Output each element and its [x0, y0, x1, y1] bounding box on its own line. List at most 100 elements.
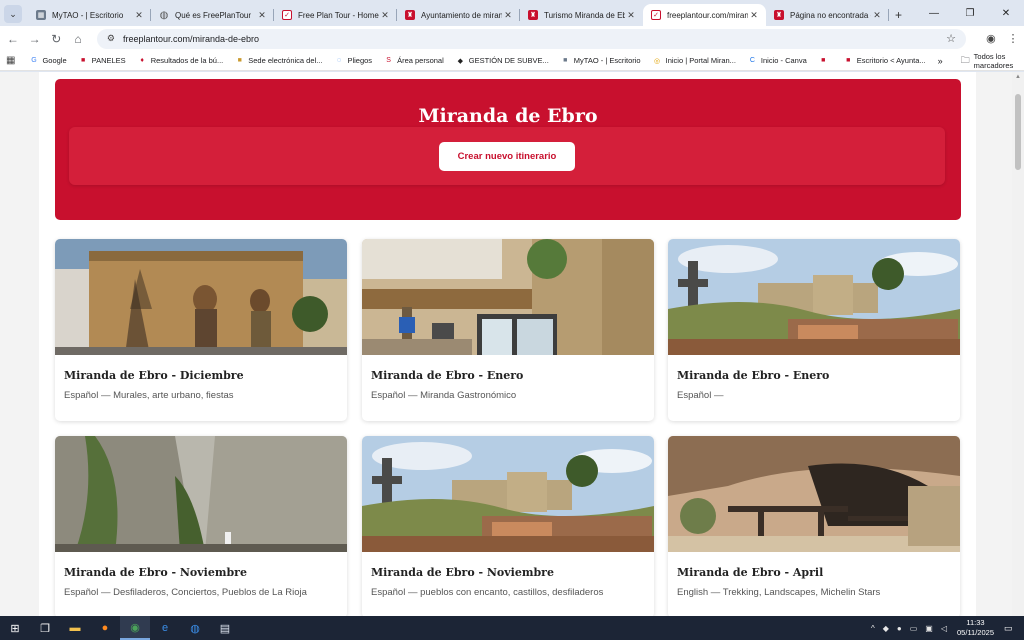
firefox-button[interactable]: ● — [90, 616, 120, 640]
site-info-icon[interactable]: ⚙ — [107, 33, 115, 44]
bookmark-item[interactable]: G Google — [29, 56, 66, 65]
bookmark-star-icon[interactable]: ☆ — [946, 32, 956, 45]
bookmark-item[interactable]: ■ MyTAO - | Escritorio — [561, 56, 640, 65]
app-button[interactable]: ◍ — [180, 616, 210, 640]
tab-2[interactable]: ✓ Free Plan Tour - Home ✕ — [274, 4, 397, 26]
card-image[interactable] — [55, 239, 347, 355]
folder-icon: 🗀 — [960, 54, 970, 65]
card-image[interactable] — [668, 239, 960, 355]
tab-1[interactable]: ◍ Qué es FreePlanTour ✕ — [151, 4, 274, 26]
card-title[interactable]: Miranda de Ebro - Noviembre — [371, 566, 554, 579]
all-bookmarks-button[interactable]: Todos los marcadores — [974, 52, 1016, 70]
bookmark-favicon-icon: ◆ — [457, 57, 463, 65]
card-image[interactable] — [362, 436, 654, 552]
close-tab-icon[interactable]: ✕ — [625, 10, 637, 21]
bookmark-item[interactable]: ◆ GESTIÓN DE SUBVE... — [456, 56, 549, 65]
file-explorer-button[interactable]: ▬ — [60, 616, 90, 640]
create-itinerary-button[interactable]: Crear nuevo itinerario — [439, 142, 575, 171]
tray-usb-icon[interactable]: ▭ — [910, 624, 918, 633]
card-title[interactable]: Miranda de Ebro - Enero — [371, 369, 523, 382]
card-title[interactable]: Miranda de Ebro - Noviembre — [64, 566, 247, 579]
address-url[interactable]: freeplantour.com/miranda-de-ebro — [123, 34, 946, 44]
task-view-icon: ❐ — [40, 622, 50, 635]
itinerary-card[interactable]: Miranda de Ebro - Noviembre Español — pue… — [362, 436, 654, 616]
close-tab-icon[interactable]: ✕ — [379, 10, 391, 21]
address-bar[interactable]: ⚙ freeplantour.com/miranda-de-ebro ☆ — [96, 28, 966, 49]
bookmark-item[interactable]: ■ Sede electrónica del... — [235, 56, 323, 65]
card-title[interactable]: Miranda de Ebro - April — [677, 566, 823, 579]
bookmark-item[interactable]: ■ Escritorio < Ayunta... — [844, 56, 925, 65]
bookmark-favicon-icon: ■ — [237, 57, 242, 64]
reload-button[interactable]: ↻ — [45, 32, 67, 46]
card-image[interactable] — [55, 436, 347, 552]
tab-4[interactable]: ♜ Turismo Miranda de Ebr ✕ — [520, 4, 643, 26]
network-icon[interactable]: ▣ — [925, 624, 933, 633]
minimize-button[interactable]: — — [916, 8, 952, 19]
close-window-button[interactable]: ✕ — [988, 8, 1024, 19]
itinerary-card[interactable]: Miranda de Ebro - Noviembre Español — Des… — [55, 436, 347, 616]
document-icon: ▤ — [219, 622, 231, 635]
tab-0[interactable]: ▦ MyTAO - | Escritorio ✕ — [28, 4, 151, 26]
page-scrollbar[interactable]: ▲ — [1012, 72, 1024, 616]
edge-button[interactable]: e — [150, 616, 180, 640]
itinerary-card[interactable]: Miranda de Ebro - Enero Español — Miranda… — [362, 239, 654, 421]
bookmark-item[interactable]: ♦ Resultados de la bú... — [138, 56, 223, 65]
card-photo — [668, 239, 960, 355]
close-tab-icon[interactable]: ✕ — [871, 10, 883, 21]
bookmark-favicon-icon: G — [31, 57, 37, 64]
itinerary-card[interactable]: Miranda de Ebro - April English — Trekkin… — [668, 436, 960, 616]
card-title[interactable]: Miranda de Ebro - Diciembre — [64, 369, 244, 382]
tab-5[interactable]: ✓ freeplantour.com/miranda✕ — [643, 4, 766, 26]
restore-button[interactable]: ❐ — [952, 8, 988, 19]
forward-button[interactable]: → — [24, 32, 46, 46]
new-tab-button[interactable]: + — [895, 8, 902, 22]
close-tab-icon[interactable]: ✕ — [133, 10, 145, 21]
profile-icon[interactable]: ◉ — [980, 32, 1002, 45]
scroll-thumb[interactable] — [1015, 94, 1021, 170]
back-button[interactable]: ← — [2, 32, 24, 46]
bookmark-item[interactable]: ■ PANELES — [79, 56, 126, 65]
tray-security-icon[interactable]: ◆ — [883, 624, 889, 633]
home-button[interactable]: ⌂ — [67, 32, 89, 46]
bookmark-item[interactable]: C Inicio - Canva — [748, 56, 807, 65]
tray-app-icon[interactable]: ● — [897, 624, 902, 633]
card-photo — [362, 436, 654, 552]
task-view-button[interactable]: ❐ — [30, 616, 60, 640]
browser-toolbar: ← → ↻ ⌂ ⚙ freeplantour.com/miranda-de-eb… — [0, 26, 1024, 51]
tab-3[interactable]: ♜ Ayuntamiento de mirand ✕ — [397, 4, 520, 26]
notifications-icon[interactable]: ▭ — [1004, 623, 1018, 634]
tab-6[interactable]: ♜ Página no encontrada - A✕ — [766, 4, 889, 26]
tray-expand-icon[interactable]: ^ — [871, 624, 875, 633]
tab-title: Página no encontrada - A — [790, 10, 871, 20]
bookmark-item[interactable]: ◌ Pliegos — [334, 56, 372, 65]
speaker-icon[interactable]: ◁ — [941, 624, 947, 633]
start-button[interactable]: ⊞ — [0, 616, 30, 640]
window-controls: — ❐ ✕ — [916, 0, 1024, 26]
bookmark-item[interactable]: S Área personal — [384, 56, 444, 65]
taskbar-clock[interactable]: 11:33 05/11/2025 — [957, 618, 994, 638]
close-tab-icon[interactable]: ✕ — [502, 10, 514, 21]
bookmark-label: Pliegos — [347, 56, 373, 65]
card-photo — [55, 239, 347, 355]
bookmark-label: Inicio | Portal Miran... — [665, 56, 736, 65]
tab-favicon-icon: ♜ — [528, 10, 538, 20]
document-button[interactable]: ▤ — [210, 616, 240, 640]
itinerary-card[interactable]: Miranda de Ebro - Enero Español — — [668, 239, 960, 421]
apps-grid-icon[interactable]: ▦ — [6, 55, 15, 66]
bookmark-item[interactable]: ◎ Inicio | Portal Miran... — [653, 56, 736, 65]
card-title[interactable]: Miranda de Ebro - Enero — [677, 369, 829, 382]
bookmark-item[interactable]: ■ — [819, 56, 832, 65]
chrome-icon: ◉ — [130, 621, 140, 634]
windows-logo-icon: ⊞ — [10, 622, 20, 635]
scroll-up-icon[interactable]: ▲ — [1015, 74, 1021, 80]
card-image[interactable] — [668, 436, 960, 552]
tab-search-button[interactable]: ⌄ — [4, 5, 22, 23]
menu-kebab-icon[interactable]: ⋮ — [1002, 32, 1024, 45]
close-tab-icon[interactable]: ✕ — [748, 10, 760, 21]
card-photo — [55, 436, 347, 552]
itinerary-card[interactable]: Miranda de Ebro - Diciembre Español — Mur… — [55, 239, 347, 421]
chrome-button[interactable]: ◉ — [120, 616, 150, 640]
bookmarks-more-icon[interactable]: » — [938, 56, 943, 66]
close-tab-icon[interactable]: ✕ — [256, 10, 268, 21]
card-image[interactable] — [362, 239, 654, 355]
